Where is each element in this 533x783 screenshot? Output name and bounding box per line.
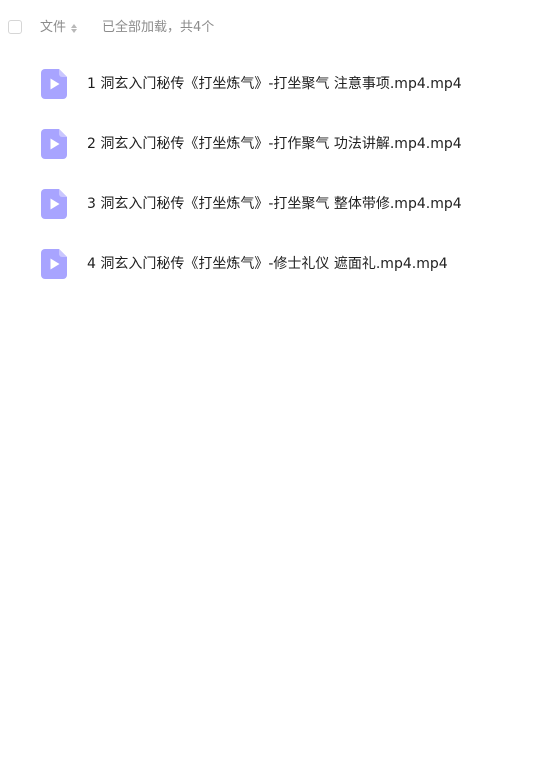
list-header: 文件 已全部加载，共4个 <box>0 0 533 56</box>
file-row[interactable]: 2 洞玄入门秘传《打坐炼气》-打作聚气 功法讲解.mp4.mp4 <box>0 114 533 174</box>
sort-by-name-button[interactable]: 文件 <box>40 19 78 37</box>
file-row[interactable]: 4 洞玄入门秘传《打坐炼气》-修士礼仪 遮面礼.mp4.mp4 <box>0 234 533 294</box>
file-name[interactable]: 1 洞玄入门秘传《打坐炼气》-打坐聚气 注意事项.mp4.mp4 <box>87 75 462 93</box>
select-all-checkbox[interactable] <box>8 20 22 34</box>
sort-icon <box>71 23 78 33</box>
file-name[interactable]: 4 洞玄入门秘传《打坐炼气》-修士礼仪 遮面礼.mp4.mp4 <box>87 255 448 273</box>
video-file-icon <box>41 129 67 159</box>
video-file-icon <box>41 69 67 99</box>
video-file-icon <box>41 249 67 279</box>
video-file-icon <box>41 189 67 219</box>
file-list: 1 洞玄入门秘传《打坐炼气》-打坐聚气 注意事项.mp4.mp4 2 洞玄入门秘… <box>0 54 533 294</box>
file-name[interactable]: 2 洞玄入门秘传《打坐炼气》-打作聚气 功法讲解.mp4.mp4 <box>87 135 462 153</box>
column-label: 文件 <box>40 20 67 35</box>
file-row[interactable]: 3 洞玄入门秘传《打坐炼气》-打坐聚气 整体带修.mp4.mp4 <box>0 174 533 234</box>
file-name[interactable]: 3 洞玄入门秘传《打坐炼气》-打坐聚气 整体带修.mp4.mp4 <box>87 195 462 213</box>
load-status: 已全部加载，共4个 <box>102 20 215 35</box>
file-row[interactable]: 1 洞玄入门秘传《打坐炼气》-打坐聚气 注意事项.mp4.mp4 <box>0 54 533 114</box>
